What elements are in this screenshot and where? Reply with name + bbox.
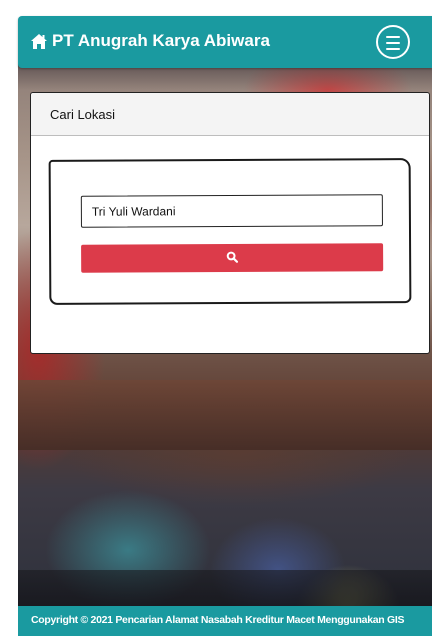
hamburger-menu-button[interactable] [376,25,410,59]
search-location-card: Cari Lokasi [30,92,430,354]
app-page: PT Anugrah Karya Abiwara Cari Lokasi Tri… [0,0,432,636]
brand-link[interactable]: PT Anugrah Karya Abiwara [30,31,270,51]
brand-title: PT Anugrah Karya Abiwara [52,31,270,50]
search-input[interactable] [80,194,383,228]
search-icon [226,250,239,265]
home-icon [30,33,48,50]
top-navbar: PT Anugrah Karya Abiwara [18,16,432,68]
search-button[interactable] [81,243,384,273]
copyright-text: Copyright © 2021 Pencarian Alamat Nasaba… [31,614,405,626]
card-title: Cari Lokasi [50,107,116,122]
card-header: Cari Lokasi [31,93,429,136]
search-form-panel [48,158,412,305]
footer: Copyright © 2021 Pencarian Alamat Nasaba… [18,606,432,636]
